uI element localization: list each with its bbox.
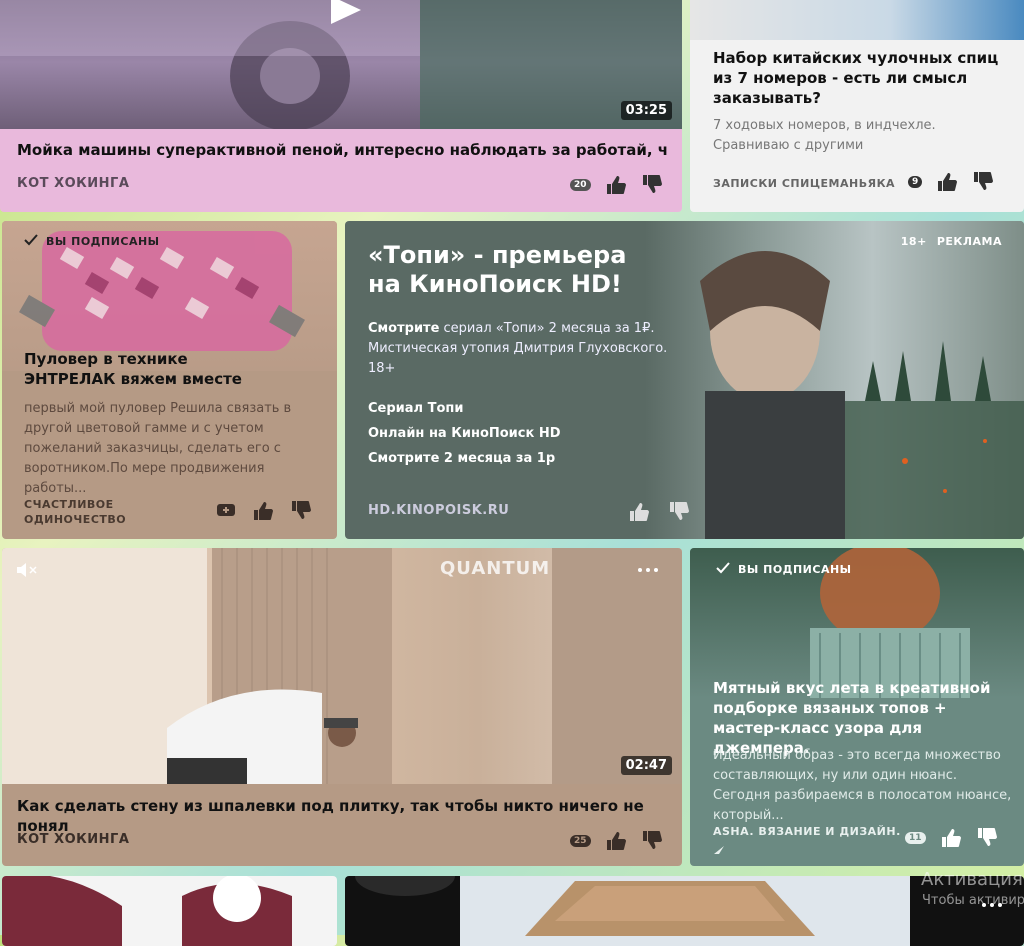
comments-count[interactable]: 11 (905, 832, 926, 844)
channel-name[interactable]: КОТ ХОКИНГА (17, 176, 129, 191)
play-icon[interactable] (327, 0, 363, 30)
comments-count[interactable]: 20 (570, 179, 591, 191)
video-thumbnail[interactable]: 03:25 (0, 0, 682, 129)
verified-icon (713, 840, 725, 859)
dislike-icon[interactable] (290, 500, 312, 522)
ad-link-online[interactable]: Онлайн на КиноПоиск HD (368, 421, 561, 446)
like-icon[interactable] (605, 175, 627, 195)
activation-watermark-title: Активация (921, 869, 1023, 890)
ad-label: РЕКЛАМА (936, 235, 1002, 248)
subscribed-label: ВЫ ПОДПИСАНЫ (738, 563, 852, 576)
comments-count[interactable]: 25 (570, 835, 591, 847)
channel-watermark: QUANTUM (440, 558, 551, 579)
like-icon[interactable] (605, 831, 627, 851)
ad-link-series[interactable]: Сериал Топи (368, 396, 561, 421)
ad-headline[interactable]: «Топи» - премьера на КиноПоиск HD! (368, 241, 638, 299)
dislike-icon[interactable] (641, 174, 663, 196)
more-options-icon[interactable] (636, 560, 660, 584)
card-title[interactable]: Мойка машины суперактивной пеной, интере… (17, 140, 667, 160)
ad-image (645, 221, 1024, 539)
like-icon[interactable] (628, 502, 650, 522)
ad-link-offer[interactable]: Смотрите 2 месяца за 1р (368, 446, 561, 471)
dislike-icon[interactable] (641, 830, 663, 852)
ad-body: Смотрите сериал «Топи» 2 месяца за 1₽. М… (368, 319, 688, 379)
mute-icon[interactable] (16, 562, 40, 582)
card-title[interactable]: Пуловер в технике ЭНТРЕЛАК вяжем вместе (24, 349, 284, 389)
card-title[interactable]: Набор китайских чулочных спиц из 7 номер… (713, 48, 1008, 108)
channel-name[interactable]: КОТ ХОКИНГА (17, 832, 129, 847)
card-description: первый мой пуловер Решила связать в друг… (24, 401, 292, 496)
checkmark-icon (716, 562, 730, 577)
ad-body-strong: Смотрите (368, 321, 440, 336)
dislike-icon[interactable] (668, 501, 690, 523)
article-card-mint[interactable]: ВЫ ПОДПИСАНЫ Мятный вкус лета в креативн… (690, 548, 1024, 866)
ad-card-kinopoisk[interactable]: 18+ РЕКЛАМА «Топи» - премьера на КиноПои… (345, 221, 1024, 539)
comments-count[interactable]: 9 (908, 176, 923, 188)
video-card-wall[interactable]: QUANTUM 02:47 Как сделать стену из шпале… (2, 548, 682, 866)
activation-watermark-subtitle: Чтобы активир (922, 893, 1024, 908)
like-icon[interactable] (936, 172, 958, 192)
ad-domain[interactable]: HD.KINOPOISK.RU (368, 503, 509, 518)
dislike-icon[interactable] (976, 827, 998, 849)
article-image (690, 0, 1024, 40)
comment-icon[interactable] (216, 503, 236, 519)
age-rating-badge: 18+ (900, 235, 927, 248)
article-card-needles[interactable]: Набор китайских чулочных спиц из 7 номер… (690, 0, 1024, 212)
dislike-icon[interactable] (972, 171, 994, 193)
article-card-hat[interactable] (2, 876, 337, 946)
channel-name[interactable]: ЗАПИСКИ СПИЦЕМАНЬЯКА (713, 176, 895, 191)
channel-name[interactable]: СЧАСТЛИВОЕ ОДИНОЧЕСТВО (24, 497, 144, 527)
like-icon[interactable] (940, 828, 962, 848)
subscribed-label: ВЫ ПОДПИСАНЫ (46, 235, 160, 248)
article-card-pullover[interactable]: ВЫ ПОДПИСАНЫ Пуловер в технике ЭНТРЕЛАК … (2, 221, 337, 539)
checkmark-icon (24, 234, 38, 249)
card-description: Идеальный образ - это всегда множество с… (713, 748, 1012, 823)
video-card-car-wash[interactable]: 03:25 Мойка машины суперактивной пеной, … (0, 0, 682, 212)
like-icon[interactable] (252, 501, 274, 521)
duration-badge: 03:25 (620, 101, 672, 120)
video-thumbnail[interactable]: QUANTUM 02:47 (2, 548, 682, 784)
channel-name[interactable]: ASHA. ВЯЗАНИЕ И ДИЗАЙН. (713, 824, 901, 839)
duration-badge: 02:47 (620, 756, 672, 775)
card-description: 7 ходовых номеров, в индчехле. Сравниваю… (713, 118, 936, 153)
